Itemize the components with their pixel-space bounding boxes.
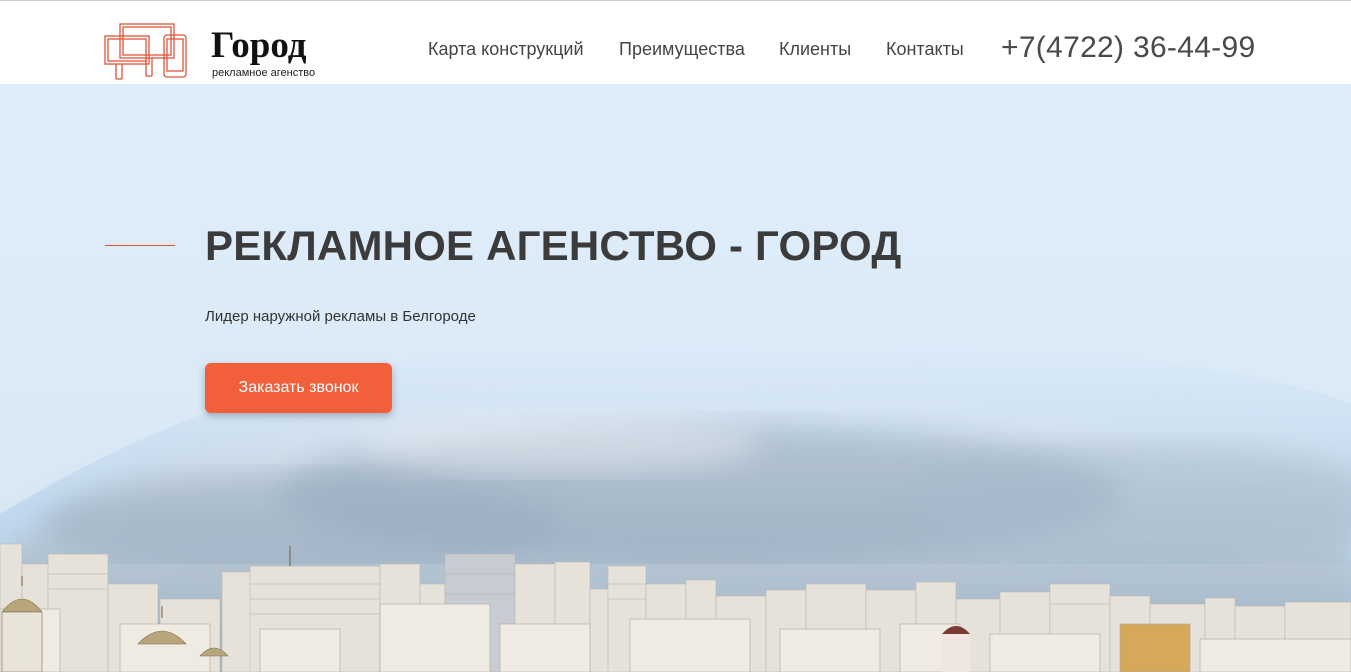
hero-section: РЕКЛАМНОЕ АГЕНСТВО - ГОРОД Лидер наружно… (0, 84, 1351, 672)
hero-subtitle: Лидер наружной рекламы в Белгороде (205, 308, 476, 325)
logo-subtitle: рекламное агенство (212, 67, 316, 79)
order-call-button[interactable]: Заказать звонок (205, 363, 392, 413)
nav-item-map[interactable]: Карта конструкций (428, 39, 584, 60)
nav-item-contacts[interactable]: Контакты (886, 39, 964, 60)
title-accent-line (105, 245, 175, 246)
city-skyline-photo (0, 337, 1351, 672)
nav-item-advantages[interactable]: Преимущества (619, 39, 745, 60)
hero-title: РЕКЛАМНОЕ АГЕНСТВО - ГОРОД (205, 222, 902, 269)
site-header: Город рекламное агенство Карта конструкц… (0, 0, 1351, 84)
phone-link[interactable]: +7(4722) 36-44-99 (1001, 31, 1255, 65)
nav-item-clients[interactable]: Клиенты (779, 39, 851, 60)
